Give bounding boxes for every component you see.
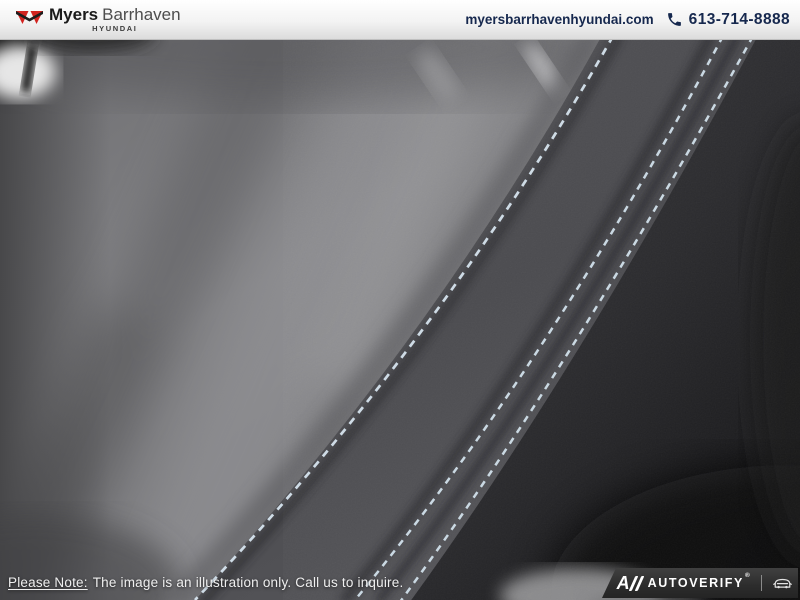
dealer-contact: myersbarrhavenhyundai.com 613-714-8888	[465, 11, 790, 29]
dealer-logo: MyersBarrhaven HYUNDAI	[16, 6, 181, 33]
dealer-name-bold: Myers	[49, 5, 98, 24]
phone-icon	[666, 11, 683, 28]
badge-divider	[761, 575, 762, 591]
brand-name: HYUNDAI	[92, 25, 137, 33]
car-icon	[772, 576, 793, 591]
disclaimer-note: Please Note: The image is an illustration…	[8, 575, 403, 590]
myers-logo-icon	[16, 10, 43, 26]
autoverify-brand: AUTOVERIFY®	[648, 576, 752, 590]
vehicle-photo: Please Note: The image is an illustration…	[0, 40, 800, 600]
dealer-phone: 613-714-8888	[689, 11, 790, 29]
autoverify-logo-icon: A	[617, 574, 641, 592]
dealer-name-light: Barrhaven	[102, 5, 180, 24]
dealer-website: myersbarrhavenhyundai.com	[465, 12, 653, 27]
dealer-header: MyersBarrhaven HYUNDAI myersbarrhavenhyu…	[0, 0, 800, 40]
note-label: Please Note:	[8, 575, 88, 590]
dealer-name: MyersBarrhaven HYUNDAI	[49, 6, 181, 33]
registered-mark: ®	[745, 572, 751, 579]
autoverify-badge: A AUTOVERIFY®	[602, 568, 798, 598]
note-text: The image is an illustration only. Call …	[93, 575, 404, 590]
seat-stitching-photo	[0, 40, 800, 600]
dealer-vehicle-image: MyersBarrhaven HYUNDAI myersbarrhavenhyu…	[0, 0, 800, 600]
